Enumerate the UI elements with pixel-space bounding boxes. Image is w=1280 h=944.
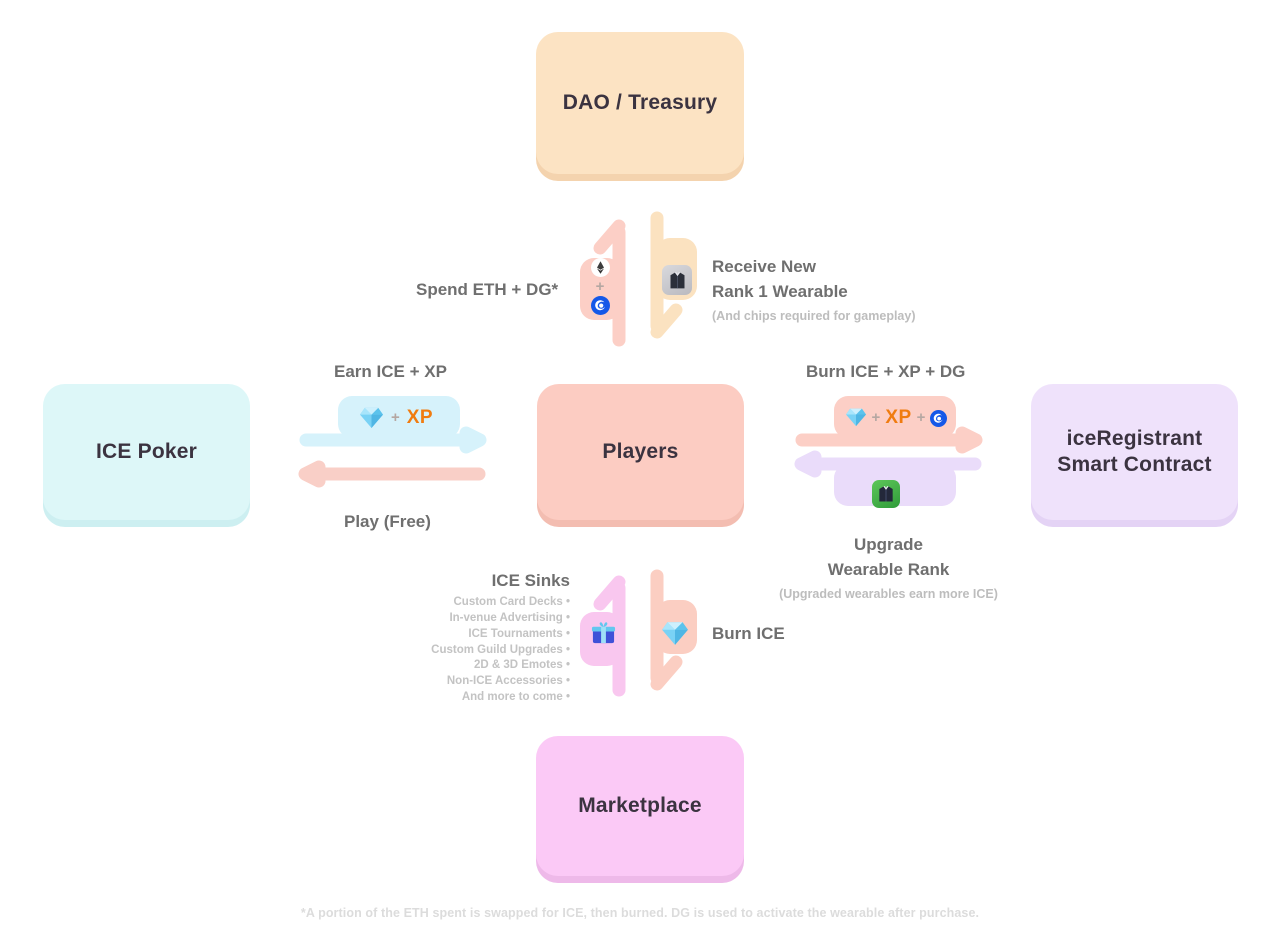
list-item: 2D & 3D Emotes • <box>473 659 570 672</box>
dg-token-icon <box>930 409 948 427</box>
ice-gem-icon <box>661 620 689 646</box>
label-upgrade-note: (Upgraded wearables earn more ICE) <box>779 587 998 601</box>
node-ice-poker-label: ICE Poker <box>95 439 197 463</box>
badge-ice-xp-dg: + XP + <box>838 401 952 433</box>
ice-gem-icon <box>845 407 867 427</box>
node-dao-treasury[interactable]: DAO / Treasury <box>536 32 744 174</box>
badge-ice-xp: + XP <box>344 400 448 434</box>
list-item: And more to come • <box>461 691 570 704</box>
xp-token-label: XP <box>406 406 434 428</box>
arrow-play-free <box>298 460 486 488</box>
gift-box-icon <box>591 620 616 645</box>
node-iceregistrant-smart-contract[interactable]: iceRegistrant Smart Contract <box>1031 384 1238 520</box>
node-contract-label-line2: Smart Contract <box>1057 453 1212 476</box>
label-earn-ice-xp: Earn ICE + XP <box>334 362 447 381</box>
diagram-canvas: DAO / Treasury ICE Poker Players iceRegi… <box>0 0 1280 944</box>
list-item: ICE Tournaments • <box>468 627 570 640</box>
wearable-upgraded-icon <box>872 480 900 508</box>
node-players[interactable]: Players <box>537 384 744 520</box>
label-play-free: Play (Free) <box>344 512 431 531</box>
ice-sinks-list: Custom Card Decks • In-venue Advertising… <box>330 595 570 706</box>
label-spend-eth-dg: Spend ETH + DG* <box>416 280 559 299</box>
dg-token-icon <box>590 295 610 315</box>
list-item: Custom Card Decks • <box>453 596 570 608</box>
node-players-label: Players <box>602 439 679 463</box>
plus-separator: + <box>916 408 926 426</box>
label-burn-ice: Burn ICE <box>712 624 785 643</box>
plus-separator: + <box>390 408 400 426</box>
label-upgrade-line2: Wearable Rank <box>827 559 950 579</box>
label-receive-note: (And chips required for gameplay) <box>712 309 916 323</box>
xp-token-label: XP <box>885 406 912 428</box>
label-receive-line1: Receive New <box>712 257 816 276</box>
list-item: Custom Guild Upgrades • <box>431 643 570 656</box>
label-upgrade-line1: Upgrade <box>854 535 923 554</box>
footnote: *A portion of the ETH spent is swapped f… <box>300 906 980 920</box>
label-receive-line2: Rank 1 Wearable <box>712 281 848 301</box>
label-ice-sinks-heading: ICE Sinks <box>491 571 570 590</box>
label-receive-wearable: Receive New Rank 1 Wearable <box>712 255 848 304</box>
node-marketplace-label: Marketplace <box>578 793 702 817</box>
eth-token-icon <box>590 257 610 277</box>
ice-gem-icon <box>359 406 384 429</box>
node-marketplace[interactable]: Marketplace <box>536 736 744 876</box>
label-upgrade-wearable-rank: Upgrade Wearable Rank <box>796 533 981 582</box>
list-item: Non-ICE Accessories • <box>446 675 570 688</box>
plus-separator: + <box>871 408 881 426</box>
plus-separator: + <box>595 277 605 295</box>
badge-eth-dg: + <box>588 257 612 315</box>
label-burn-ice-xp-dg: Burn ICE + XP + DG <box>806 362 966 381</box>
list-item: In-venue Advertising • <box>449 611 570 624</box>
wearable-rank1-icon <box>662 265 692 295</box>
node-dao-label: DAO / Treasury <box>562 90 718 114</box>
node-contract-label-line1: iceRegistrant <box>1066 426 1203 450</box>
node-ice-poker[interactable]: ICE Poker <box>43 384 250 520</box>
